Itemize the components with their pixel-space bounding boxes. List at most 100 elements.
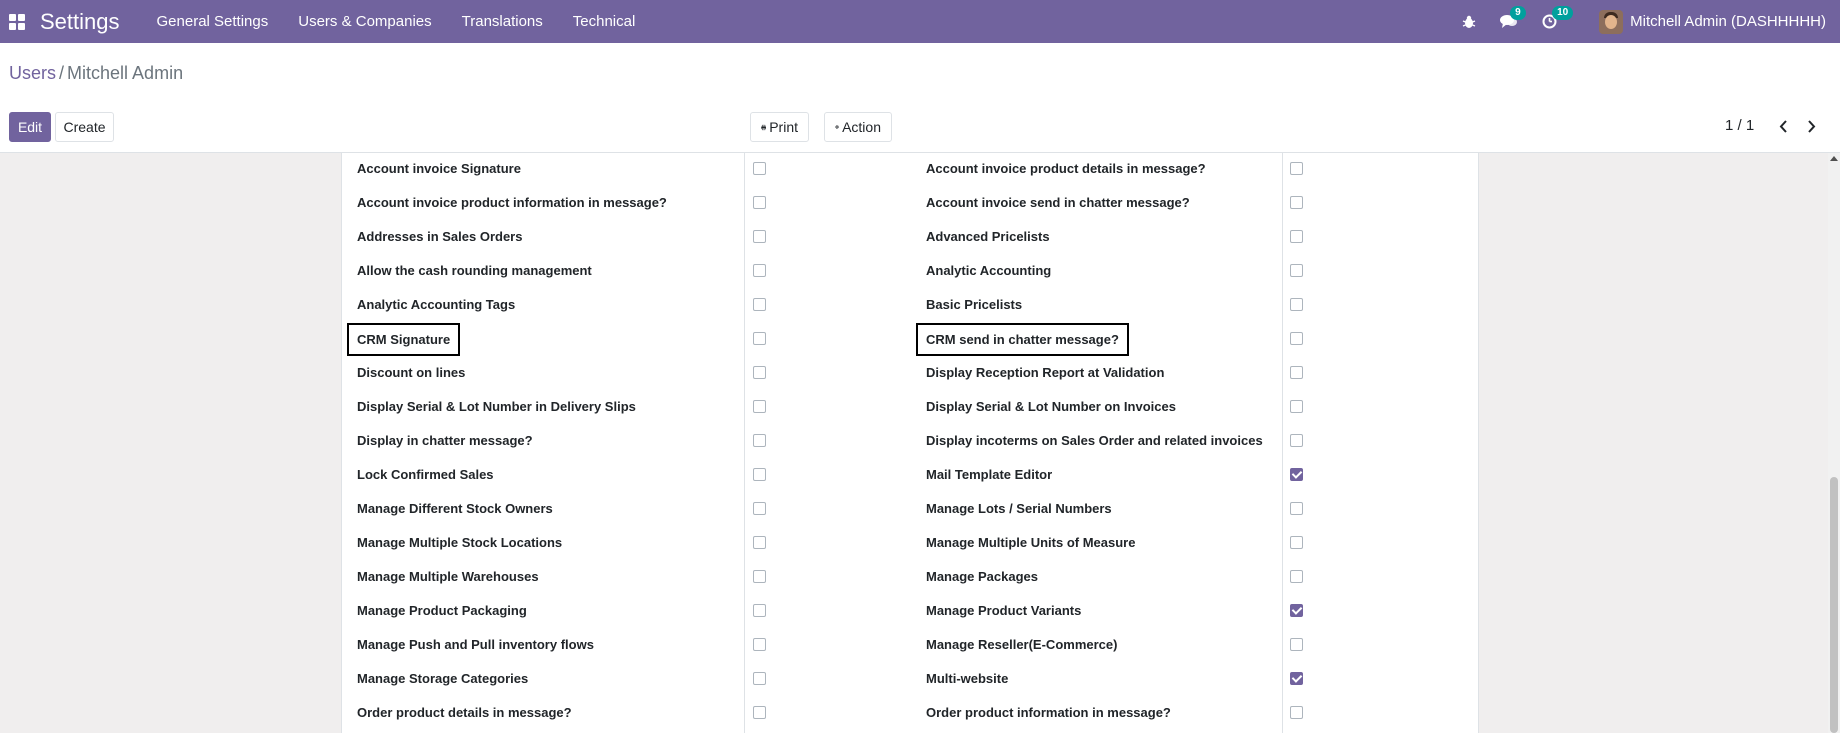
field-checkbox-left[interactable]	[753, 604, 766, 617]
table-row: Discount on lines Display Reception Repor…	[342, 357, 1478, 391]
field-checkbox-right[interactable]	[1290, 570, 1303, 583]
field-checkbox-left[interactable]	[753, 196, 766, 209]
field-checkbox-right[interactable]	[1290, 638, 1303, 651]
field-checkbox-right[interactable]	[1290, 196, 1303, 209]
field-label-left: Manage Different Stock Owners	[357, 501, 553, 516]
table-row: Order product details in message? Order p…	[342, 697, 1478, 731]
menu-users-companies[interactable]: Users & Companies	[298, 13, 431, 30]
create-button[interactable]: Create	[55, 112, 114, 142]
field-checkbox-left[interactable]	[753, 366, 766, 379]
field-label-left: CRM Signature	[347, 323, 461, 356]
table-row: Account invoice Signature Account invoice…	[342, 153, 1478, 187]
menu-technical[interactable]: Technical	[573, 13, 636, 30]
field-checkbox-right[interactable]	[1290, 230, 1303, 243]
table-row: Manage Storage Categories Multi-website	[342, 663, 1478, 697]
chevron-right-icon	[1807, 119, 1815, 133]
field-checkbox-right[interactable]	[1290, 264, 1303, 277]
field-label-left: Manage Push and Pull inventory flows	[357, 637, 594, 652]
debug-bug-icon[interactable]	[1462, 15, 1476, 29]
field-checkbox-right[interactable]	[1290, 468, 1303, 481]
field-checkbox-right[interactable]	[1290, 332, 1303, 345]
field-label-right: Account invoice send in chatter message?	[926, 195, 1190, 210]
pager-value[interactable]: 1 / 1	[1725, 117, 1754, 134]
field-label-left: Manage Product Packaging	[357, 603, 527, 618]
table-row: Display in chatter message? Display incot…	[342, 425, 1478, 459]
field-label-right: Display Serial & Lot Number on Invoices	[926, 399, 1176, 414]
menu-general-settings[interactable]: General Settings	[157, 13, 269, 30]
field-checkbox-left[interactable]	[753, 502, 766, 515]
field-label-right: Manage Multiple Units of Measure	[926, 535, 1136, 550]
table-row: Manage Product Packaging Manage Product V…	[342, 595, 1478, 629]
navbar-systray: 9 10 Mitchell Admin (DASHHHHH)	[1438, 0, 1826, 43]
field-checkbox-left[interactable]	[753, 706, 766, 719]
field-checkbox-left[interactable]	[753, 230, 766, 243]
edit-button[interactable]: Edit	[9, 112, 51, 142]
pager-next-button[interactable]	[1801, 116, 1821, 136]
table-row: Addresses in Sales Orders Advanced Pricel…	[342, 221, 1478, 255]
breadcrumb-users-link[interactable]: Users	[9, 63, 56, 83]
field-label-right: Manage Packages	[926, 569, 1039, 584]
page-scrollbar[interactable]	[1828, 153, 1840, 733]
field-checkbox-right[interactable]	[1290, 434, 1303, 447]
apps-menu-icon[interactable]	[0, 0, 34, 43]
field-checkbox-left[interactable]	[753, 468, 766, 481]
field-label-left: Lock Confirmed Sales	[357, 467, 494, 482]
field-checkbox-left[interactable]	[753, 332, 766, 345]
field-checkbox-right[interactable]	[1290, 162, 1303, 175]
print-button-label: Print	[769, 119, 798, 135]
scroll-up-arrow[interactable]	[1830, 156, 1838, 161]
field-label-left: Analytic Accounting Tags	[357, 297, 516, 312]
table-row: Allow the cash rounding management Analyt…	[342, 255, 1478, 289]
field-checkbox-left[interactable]	[753, 672, 766, 685]
field-label-right: Basic Pricelists	[926, 297, 1023, 312]
print-button[interactable]: Print	[750, 112, 809, 142]
scrollbar-thumb[interactable]	[1830, 477, 1838, 733]
field-checkbox-left[interactable]	[753, 162, 766, 175]
chevron-left-icon	[1779, 119, 1787, 133]
messages-chat-icon[interactable]: 9	[1500, 6, 1526, 29]
field-label-right: Display incoterms on Sales Order and rel…	[926, 433, 1263, 448]
field-checkbox-left[interactable]	[753, 536, 766, 549]
field-checkbox-right[interactable]	[1290, 298, 1303, 311]
field-checkbox-right[interactable]	[1290, 536, 1303, 549]
field-checkbox-right[interactable]	[1290, 400, 1303, 413]
breadcrumb-current: Mitchell Admin	[67, 63, 184, 83]
field-label-left: Display Serial & Lot Number in Delivery …	[357, 399, 636, 414]
table-row: Manage Different Stock Owners Manage Lots…	[342, 493, 1478, 527]
field-checkbox-left[interactable]	[753, 298, 766, 311]
breadcrumb-separator: /	[59, 63, 65, 83]
field-checkbox-right[interactable]	[1290, 604, 1303, 617]
field-label-left: Addresses in Sales Orders	[357, 229, 523, 244]
field-checkbox-right[interactable]	[1290, 366, 1303, 379]
activities-clock-icon[interactable]: 10	[1542, 6, 1574, 29]
app-title[interactable]: Settings	[40, 9, 120, 35]
field-checkbox-right[interactable]	[1290, 706, 1303, 719]
field-checkbox-left[interactable]	[753, 264, 766, 277]
field-label-right: CRM send in chatter message?	[916, 323, 1129, 356]
field-checkbox-left[interactable]	[753, 638, 766, 651]
gear-icon	[835, 125, 839, 129]
field-label-left: Manage Multiple Stock Locations	[357, 535, 563, 550]
field-checkbox-left[interactable]	[753, 434, 766, 447]
pager-previous-button[interactable]	[1773, 116, 1793, 136]
field-checkbox-left[interactable]	[753, 570, 766, 583]
field-label-right: Advanced Pricelists	[926, 229, 1050, 244]
field-label-right: Display Reception Report at Validation	[926, 365, 1165, 380]
action-button-label: Action	[842, 119, 881, 135]
user-avatar[interactable]	[1599, 9, 1624, 34]
user-menu-name[interactable]: Mitchell Admin (DASHHHHH)	[1630, 13, 1826, 30]
table-row: Account invoice product information in m…	[342, 187, 1478, 221]
action-button[interactable]: Action	[824, 112, 892, 142]
table-row: Manage Push and Pull inventory flows Mana…	[342, 629, 1478, 663]
field-label-left: Display in chatter message?	[357, 433, 533, 448]
field-checkbox-left[interactable]	[753, 400, 766, 413]
table-row: Lock Confirmed Sales Mail Template Editor	[342, 459, 1478, 493]
menu-translations[interactable]: Translations	[462, 13, 543, 30]
field-label-left: Discount on lines	[357, 365, 466, 380]
field-checkbox-right[interactable]	[1290, 672, 1303, 685]
field-label-right: Manage Lots / Serial Numbers	[926, 501, 1112, 516]
field-checkbox-right[interactable]	[1290, 502, 1303, 515]
table-row: Display Serial & Lot Number in Delivery …	[342, 391, 1478, 425]
field-label-right: Manage Product Variants	[926, 603, 1082, 618]
control-panel: Users / Mitchell Admin Edit Create Print A…	[0, 43, 1840, 153]
